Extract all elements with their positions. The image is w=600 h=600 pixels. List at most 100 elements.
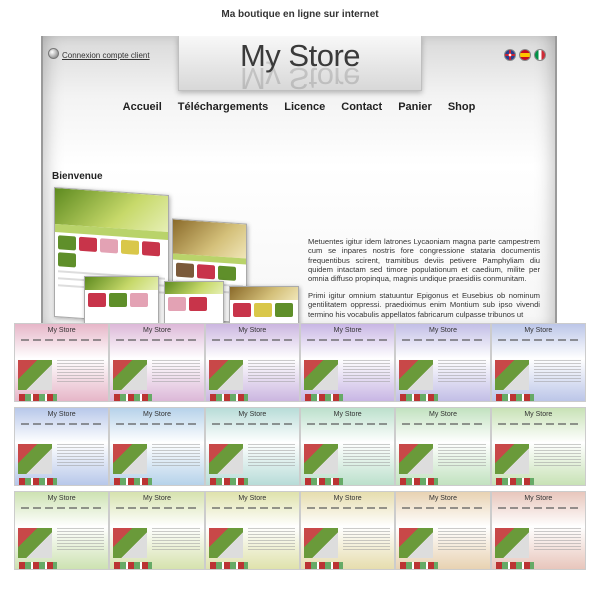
nav-item-contact[interactable]: Contact — [341, 101, 382, 113]
thumbnail-logo: My Store — [142, 327, 171, 334]
thumbnail-logo: My Store — [47, 495, 76, 502]
thumbnail-logo: My Store — [524, 327, 553, 334]
thumbnail-nav — [307, 339, 389, 341]
thumbnail-nav — [21, 339, 103, 341]
thumbnail-nav — [211, 423, 293, 425]
thumbnail-nav — [497, 423, 579, 425]
thumbnail-content — [438, 528, 486, 552]
customer-login-link[interactable]: Connexion compte client — [62, 51, 150, 60]
thumbnail-content — [113, 528, 148, 558]
thumbnail-nav — [307, 507, 389, 509]
nav-item-licence[interactable]: Licence — [284, 101, 325, 113]
theme-variant-thumbnail[interactable]: My Store — [109, 491, 205, 570]
uk-flag-icon[interactable] — [504, 49, 516, 61]
thumbnail-nav — [307, 423, 389, 425]
logo-banner: My Store My Store — [178, 36, 422, 96]
theme-variant-thumbnail[interactable]: My Store — [395, 491, 491, 570]
intro-paragraph: Metuentes igitur idem latrones Lycaoniam… — [308, 237, 540, 284]
theme-variant-thumbnail[interactable]: My Store — [300, 407, 396, 486]
thumbnail-content — [18, 528, 52, 558]
theme-variant-thumbnail[interactable]: My Store — [109, 323, 205, 402]
thumbnail-content — [495, 478, 534, 485]
theme-variant-thumbnail[interactable]: My Store — [109, 407, 205, 486]
language-switcher — [504, 49, 546, 61]
nav-item-shop[interactable]: Shop — [448, 101, 476, 113]
thumbnail-content — [399, 360, 434, 390]
thumbnail-content — [152, 528, 200, 552]
thumbnail-content — [114, 394, 153, 401]
thumbnail-content — [57, 528, 105, 552]
thumbnail-content — [305, 562, 343, 569]
logo-reflection: My Store — [239, 61, 361, 96]
theme-variants-grid: My Store My Store My Store My Store My Store… — [14, 323, 586, 570]
thumbnail-content — [209, 562, 248, 569]
thumbnail-content — [113, 444, 148, 474]
thumbnail-logo: My Store — [238, 327, 267, 334]
thumbnail-content — [18, 444, 52, 474]
thumbnail-content — [495, 562, 534, 569]
theme-variant-thumbnail[interactable]: My Store — [490, 323, 586, 402]
spain-flag-icon[interactable] — [519, 49, 531, 61]
thumbnail-content — [208, 360, 243, 390]
theme-variant-thumbnail[interactable]: My Store — [14, 323, 110, 402]
main-nav: Accueil Téléchargements Licence Contact … — [43, 101, 555, 113]
theme-variant-thumbnail[interactable]: My Store — [395, 323, 491, 402]
theme-variant-thumbnail[interactable]: My Store — [300, 323, 396, 402]
theme-variant-thumbnail[interactable]: My Store — [204, 491, 300, 570]
user-icon — [48, 48, 59, 59]
thumbnail-content — [57, 360, 105, 384]
thumbnail-logo: My Store — [142, 411, 171, 418]
thumbnail-content — [114, 478, 153, 485]
nav-item-telechargements[interactable]: Téléchargements — [178, 101, 268, 113]
thumbnail-content — [208, 528, 243, 558]
thumbnail-content — [533, 528, 581, 552]
thumbnail-logo: My Store — [333, 495, 362, 502]
template-screenshot — [229, 286, 299, 326]
store-preview-main: Connexion compte client My Store My Stor… — [41, 36, 557, 326]
thumbnail-content — [247, 360, 295, 384]
italy-flag-icon[interactable] — [534, 49, 546, 61]
thumbnail-logo: My Store — [238, 495, 267, 502]
thumbnail-content — [494, 444, 529, 474]
thumbnail-logo: My Store — [47, 411, 76, 418]
thumbnail-content — [114, 562, 153, 569]
thumbnail-nav — [21, 507, 103, 509]
thumbnail-content — [438, 444, 486, 468]
thumbnail-nav — [497, 339, 579, 341]
thumbnail-logo: My Store — [142, 495, 171, 502]
thumbnail-logo: My Store — [333, 411, 362, 418]
theme-variant-thumbnail[interactable]: My Store — [204, 407, 300, 486]
thumbnail-content — [209, 478, 248, 485]
thumbnail-content — [438, 360, 486, 384]
thumbnail-content — [57, 444, 105, 468]
site-tagline: Ma boutique en ligne sur internet — [221, 9, 379, 20]
thumbnail-content — [533, 444, 581, 468]
thumbnail-content — [113, 360, 148, 390]
theme-variant-thumbnail[interactable]: My Store — [204, 323, 300, 402]
theme-variant-thumbnail[interactable]: My Store — [14, 491, 110, 570]
thumbnail-content — [208, 444, 243, 474]
template-screenshot — [164, 281, 224, 326]
thumbnail-nav — [211, 339, 293, 341]
thumbnail-logo: My Store — [428, 327, 457, 334]
thumbnail-logo: My Store — [47, 327, 76, 334]
template-screenshot — [84, 276, 159, 326]
theme-variant-thumbnail[interactable]: My Store — [490, 407, 586, 486]
nav-item-accueil[interactable]: Accueil — [123, 101, 162, 113]
thumbnail-nav — [21, 423, 103, 425]
theme-variant-thumbnail[interactable]: My Store — [490, 491, 586, 570]
thumbnail-content — [152, 444, 200, 468]
thumbnail-content — [247, 444, 295, 468]
thumbnail-nav — [497, 507, 579, 509]
thumbnail-content — [343, 360, 391, 384]
theme-variant-thumbnail[interactable]: My Store — [395, 407, 491, 486]
theme-variant-thumbnail[interactable]: My Store — [14, 407, 110, 486]
thumbnail-logo: My Store — [238, 411, 267, 418]
thumbnail-content — [400, 394, 439, 401]
thumbnail-content — [305, 478, 343, 485]
template-screenshots-collage — [54, 186, 304, 326]
theme-variant-thumbnail[interactable]: My Store — [300, 491, 396, 570]
thumbnail-content — [304, 528, 338, 558]
nav-item-panier[interactable]: Panier — [398, 101, 432, 113]
thumbnail-nav — [116, 423, 198, 425]
